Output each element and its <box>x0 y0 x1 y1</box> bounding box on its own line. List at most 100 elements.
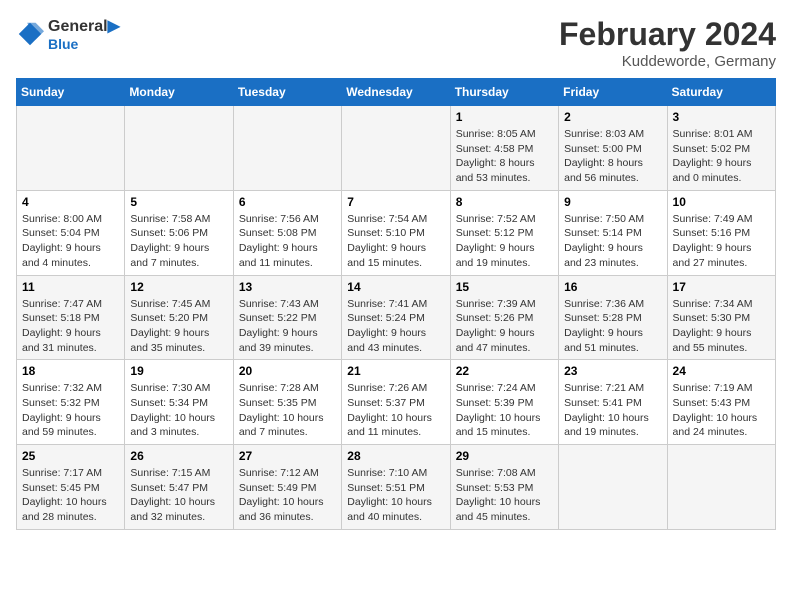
day-info: Sunrise: 7:24 AMSunset: 5:39 PMDaylight:… <box>456 381 553 440</box>
day-number: 11 <box>22 280 119 294</box>
day-number: 19 <box>130 364 227 378</box>
col-saturday: Saturday <box>667 79 775 106</box>
day-number: 24 <box>673 364 770 378</box>
day-number: 4 <box>22 195 119 209</box>
calendar-row: 1Sunrise: 8:05 AMSunset: 4:58 PMDaylight… <box>17 106 776 191</box>
day-number: 1 <box>456 110 553 124</box>
day-info: Sunrise: 7:30 AMSunset: 5:34 PMDaylight:… <box>130 381 227 440</box>
calendar-row: 25 Sunrise: 7:17 AMSunset: 5:45 PMDayligh… <box>17 445 776 530</box>
calendar-cell: 28 Sunrise: 7:10 AMSunset: 5:51 PMDayligh… <box>342 445 450 530</box>
calendar-row: 4 Sunrise: 8:00 AMSunset: 5:04 PMDaylight… <box>17 190 776 275</box>
calendar-cell: 29Sunrise: 7:08 AMSunset: 5:53 PMDayligh… <box>450 445 558 530</box>
calendar-cell: 2Sunrise: 8:03 AMSunset: 5:00 PMDaylight… <box>559 106 667 191</box>
day-info: Sunrise: 7:50 AMSunset: 5:14 PMDaylight:… <box>564 212 661 271</box>
day-number: 27 <box>239 449 336 463</box>
day-info: Sunrise: 7:58 AMSunset: 5:06 PMDaylight:… <box>130 212 227 271</box>
subtitle: Kuddeworde, Germany <box>559 53 776 70</box>
calendar-table: Sunday Monday Tuesday Wednesday Thursday… <box>16 78 776 530</box>
calendar-cell: 13 Sunrise: 7:43 AMSunset: 5:22 PMDayligh… <box>233 275 341 360</box>
day-number: 18 <box>22 364 119 378</box>
col-wednesday: Wednesday <box>342 79 450 106</box>
calendar-cell: 1Sunrise: 8:05 AMSunset: 4:58 PMDaylight… <box>450 106 558 191</box>
day-number: 16 <box>564 280 661 294</box>
calendar-cell <box>125 106 233 191</box>
col-thursday: Thursday <box>450 79 558 106</box>
calendar-cell <box>667 445 775 530</box>
day-info: Sunrise: 7:52 AMSunset: 5:12 PMDaylight:… <box>456 212 553 271</box>
day-info: Sunrise: 7:45 AMSunset: 5:20 PMDaylight:… <box>130 297 227 356</box>
header-row: Sunday Monday Tuesday Wednesday Thursday… <box>17 79 776 106</box>
day-number: 6 <box>239 195 336 209</box>
calendar-cell <box>233 106 341 191</box>
day-number: 28 <box>347 449 444 463</box>
calendar-cell: 11 Sunrise: 7:47 AMSunset: 5:18 PMDayligh… <box>17 275 125 360</box>
day-info: Sunrise: 7:15 AMSunset: 5:47 PMDaylight:… <box>130 466 227 525</box>
day-info: Sunrise: 7:12 AMSunset: 5:49 PMDaylight:… <box>239 466 336 525</box>
calendar-cell: 10 Sunrise: 7:49 AMSunset: 5:16 PMDayligh… <box>667 190 775 275</box>
calendar-cell <box>559 445 667 530</box>
calendar-cell: 7 Sunrise: 7:54 AMSunset: 5:10 PMDaylight… <box>342 190 450 275</box>
day-info: Sunrise: 7:08 AMSunset: 5:53 PMDaylight:… <box>456 466 553 525</box>
calendar-cell: 21 Sunrise: 7:26 AMSunset: 5:37 PMDayligh… <box>342 360 450 445</box>
day-info: Sunrise: 7:47 AMSunset: 5:18 PMDaylight:… <box>22 297 119 356</box>
calendar-cell: 17 Sunrise: 7:34 AMSunset: 5:30 PMDayligh… <box>667 275 775 360</box>
day-info: Sunrise: 7:56 AMSunset: 5:08 PMDaylight:… <box>239 212 336 271</box>
calendar-cell: 16 Sunrise: 7:36 AMSunset: 5:28 PMDayligh… <box>559 275 667 360</box>
day-info: Sunrise: 7:21 AMSunset: 5:41 PMDaylight:… <box>564 381 661 440</box>
calendar-cell: 6 Sunrise: 7:56 AMSunset: 5:08 PMDaylight… <box>233 190 341 275</box>
calendar-row: 18 Sunrise: 7:32 AMSunset: 5:32 PMDayligh… <box>17 360 776 445</box>
day-number: 23 <box>564 364 661 378</box>
day-info: Sunrise: 7:36 AMSunset: 5:28 PMDaylight:… <box>564 297 661 356</box>
calendar-cell: 12 Sunrise: 7:45 AMSunset: 5:20 PMDayligh… <box>125 275 233 360</box>
day-number: 15 <box>456 280 553 294</box>
calendar-cell: 9Sunrise: 7:50 AMSunset: 5:14 PMDaylight… <box>559 190 667 275</box>
logo-icon <box>16 20 44 48</box>
logo-text: General▶ Blue <box>48 16 120 52</box>
day-number: 10 <box>673 195 770 209</box>
day-info: Sunrise: 7:28 AMSunset: 5:35 PMDaylight:… <box>239 381 336 440</box>
day-info: Sunrise: 7:10 AMSunset: 5:51 PMDaylight:… <box>347 466 444 525</box>
day-number: 17 <box>673 280 770 294</box>
calendar-row: 11 Sunrise: 7:47 AMSunset: 5:18 PMDayligh… <box>17 275 776 360</box>
calendar-cell: 5Sunrise: 7:58 AMSunset: 5:06 PMDaylight… <box>125 190 233 275</box>
logo: General▶ Blue <box>16 16 120 52</box>
day-info: Sunrise: 8:01 AMSunset: 5:02 PMDaylight:… <box>673 127 770 186</box>
day-info: Sunrise: 7:34 AMSunset: 5:30 PMDaylight:… <box>673 297 770 356</box>
calendar-cell: 20Sunrise: 7:28 AMSunset: 5:35 PMDayligh… <box>233 360 341 445</box>
title-block: February 2024 Kuddeworde, Germany <box>559 16 776 70</box>
day-number: 25 <box>22 449 119 463</box>
day-info: Sunrise: 7:17 AMSunset: 5:45 PMDaylight:… <box>22 466 119 525</box>
day-info: Sunrise: 7:32 AMSunset: 5:32 PMDaylight:… <box>22 381 119 440</box>
calendar-cell: 22 Sunrise: 7:24 AMSunset: 5:39 PMDayligh… <box>450 360 558 445</box>
day-info: Sunrise: 7:43 AMSunset: 5:22 PMDaylight:… <box>239 297 336 356</box>
day-info: Sunrise: 7:49 AMSunset: 5:16 PMDaylight:… <box>673 212 770 271</box>
day-number: 2 <box>564 110 661 124</box>
calendar-cell: 23 Sunrise: 7:21 AMSunset: 5:41 PMDayligh… <box>559 360 667 445</box>
day-number: 21 <box>347 364 444 378</box>
day-info: Sunrise: 7:26 AMSunset: 5:37 PMDaylight:… <box>347 381 444 440</box>
calendar-cell: 25 Sunrise: 7:17 AMSunset: 5:45 PMDayligh… <box>17 445 125 530</box>
calendar-body: 1Sunrise: 8:05 AMSunset: 4:58 PMDaylight… <box>17 106 776 530</box>
calendar-cell <box>17 106 125 191</box>
day-number: 7 <box>347 195 444 209</box>
calendar-cell: 14Sunrise: 7:41 AMSunset: 5:24 PMDayligh… <box>342 275 450 360</box>
day-number: 13 <box>239 280 336 294</box>
calendar-cell: 19 Sunrise: 7:30 AMSunset: 5:34 PMDayligh… <box>125 360 233 445</box>
calendar-header: Sunday Monday Tuesday Wednesday Thursday… <box>17 79 776 106</box>
day-number: 12 <box>130 280 227 294</box>
main-title: February 2024 <box>559 16 776 53</box>
day-info: Sunrise: 7:19 AMSunset: 5:43 PMDaylight:… <box>673 381 770 440</box>
calendar-cell: 4 Sunrise: 8:00 AMSunset: 5:04 PMDaylight… <box>17 190 125 275</box>
day-info: Sunrise: 7:54 AMSunset: 5:10 PMDaylight:… <box>347 212 444 271</box>
page-header: General▶ Blue February 2024 Kuddeworde, … <box>16 16 776 70</box>
calendar-cell: 8 Sunrise: 7:52 AMSunset: 5:12 PMDaylight… <box>450 190 558 275</box>
calendar-cell: 3Sunrise: 8:01 AMSunset: 5:02 PMDaylight… <box>667 106 775 191</box>
day-info: Sunrise: 8:00 AMSunset: 5:04 PMDaylight:… <box>22 212 119 271</box>
day-number: 14 <box>347 280 444 294</box>
day-number: 8 <box>456 195 553 209</box>
calendar-cell: 15Sunrise: 7:39 AMSunset: 5:26 PMDayligh… <box>450 275 558 360</box>
col-sunday: Sunday <box>17 79 125 106</box>
day-number: 22 <box>456 364 553 378</box>
day-number: 26 <box>130 449 227 463</box>
calendar-cell: 24 Sunrise: 7:19 AMSunset: 5:43 PMDayligh… <box>667 360 775 445</box>
